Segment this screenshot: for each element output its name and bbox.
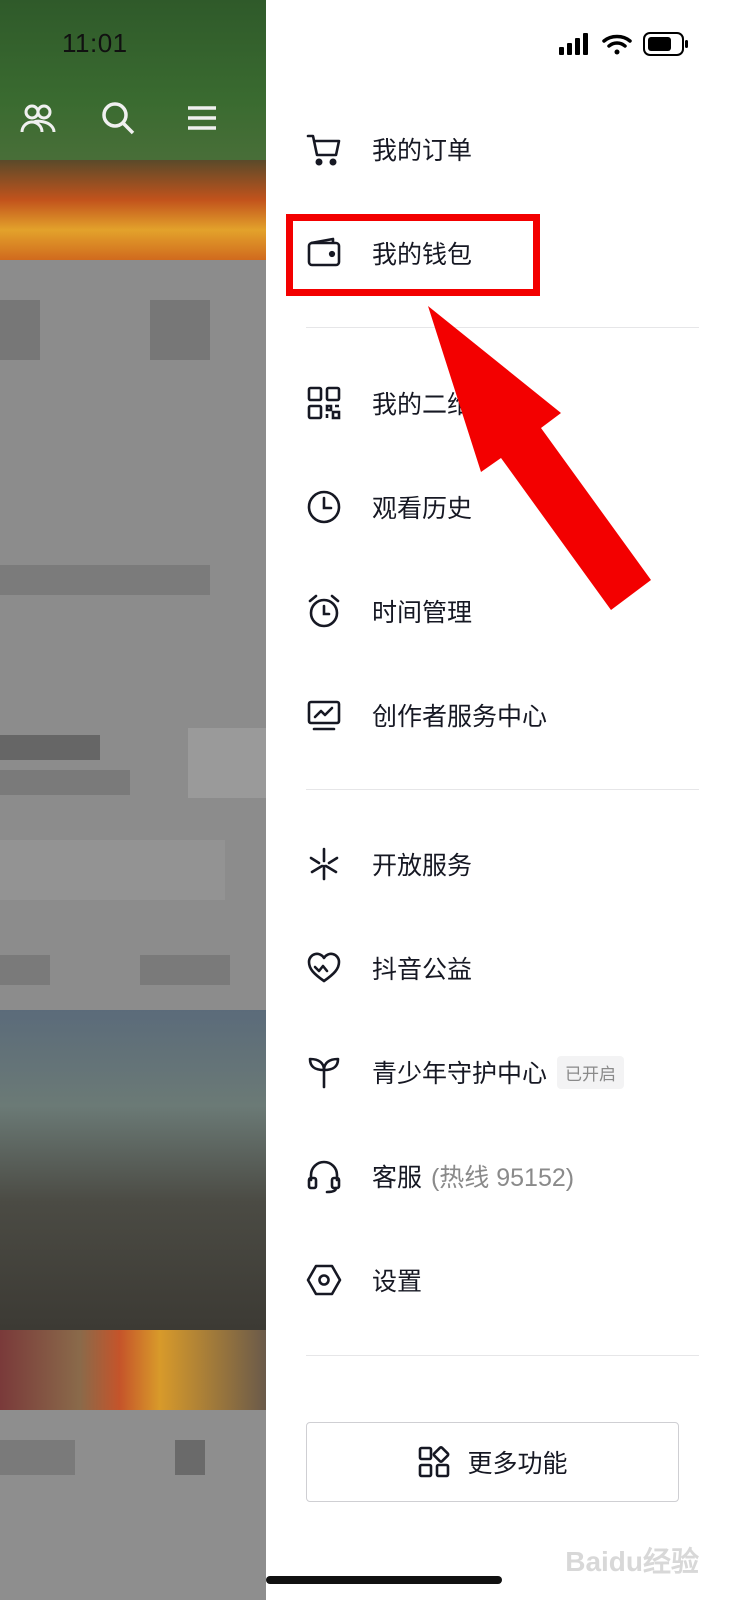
menu-label-history: 观看历史 bbox=[372, 495, 473, 523]
watermark: Baidu经验 bbox=[565, 1546, 699, 1577]
menu-item-orders[interactable]: 我的订单 bbox=[306, 119, 699, 179]
home-indicator[interactable] bbox=[266, 1576, 502, 1584]
sprout-icon bbox=[308, 1057, 340, 1089]
menu-label-open-service: 开放服务 bbox=[372, 852, 473, 880]
heart-icon bbox=[307, 952, 341, 983]
menu-label-youth-center: 青少年守护中心 bbox=[372, 1060, 548, 1088]
menu-label-qrcode: 我的二维码 bbox=[372, 391, 498, 419]
cart-icon bbox=[306, 134, 341, 166]
qr-code-icon bbox=[307, 386, 341, 420]
menu-item-history[interactable]: 观看历史 bbox=[306, 477, 699, 537]
wifi-icon bbox=[602, 34, 632, 55]
menu-item-qrcode[interactable]: 我的二维码 bbox=[306, 373, 699, 433]
divider bbox=[306, 327, 699, 328]
menu-item-settings[interactable]: 设置 bbox=[306, 1250, 699, 1310]
grid-icon bbox=[419, 1446, 450, 1478]
menu-label-settings: 设置 bbox=[372, 1268, 423, 1296]
menu-item-youth-center[interactable]: 青少年守护中心 已开启 bbox=[306, 1042, 699, 1102]
menu-label-orders: 我的订单 bbox=[372, 137, 473, 165]
highlight-box bbox=[286, 214, 540, 296]
alarm-icon bbox=[308, 594, 340, 628]
more-functions-button[interactable]: 更多功能 bbox=[306, 1422, 679, 1502]
more-functions-label: 更多功能 bbox=[467, 1450, 568, 1478]
divider bbox=[306, 1355, 699, 1356]
menu-item-charity[interactable]: 抖音公益 bbox=[306, 938, 699, 998]
signal-icon bbox=[559, 33, 588, 55]
divider bbox=[306, 789, 699, 790]
menu-label-creator-center: 创作者服务中心 bbox=[372, 703, 548, 731]
status-badge: 已开启 bbox=[557, 1055, 625, 1089]
hotline-text: (热线 95152) bbox=[430, 1164, 575, 1192]
menu-item-customer-service[interactable]: 客服 (热线 95152) bbox=[306, 1146, 699, 1206]
menu-item-open-service[interactable]: 开放服务 bbox=[306, 834, 699, 894]
status-icons bbox=[559, 32, 689, 56]
hexagon-gear-icon bbox=[306, 1264, 342, 1296]
background-app[interactable]: 11:01 bbox=[0, 0, 266, 1600]
customer-service-text: 客服 bbox=[372, 1164, 423, 1192]
menu-item-time-management[interactable]: 时间管理 bbox=[306, 581, 699, 641]
spark-icon bbox=[309, 847, 339, 881]
battery-icon bbox=[643, 32, 688, 56]
drawer-overlay[interactable] bbox=[0, 0, 266, 1600]
menu-label-time-management: 时间管理 bbox=[372, 599, 473, 627]
headset-icon bbox=[307, 1160, 341, 1194]
side-drawer: 我的订单 我的钱包 我的二维码 观看历史 时间管理 创作者服务中心 开放服务 抖… bbox=[266, 0, 739, 1600]
menu-label-customer-service: 客服 (热线 95152) bbox=[372, 1158, 574, 1194]
clock-icon bbox=[307, 490, 341, 524]
menu-label-charity: 抖音公益 bbox=[372, 956, 473, 984]
menu-item-creator-center[interactable]: 创作者服务中心 bbox=[306, 685, 699, 745]
monitor-chart-icon bbox=[307, 700, 341, 731]
